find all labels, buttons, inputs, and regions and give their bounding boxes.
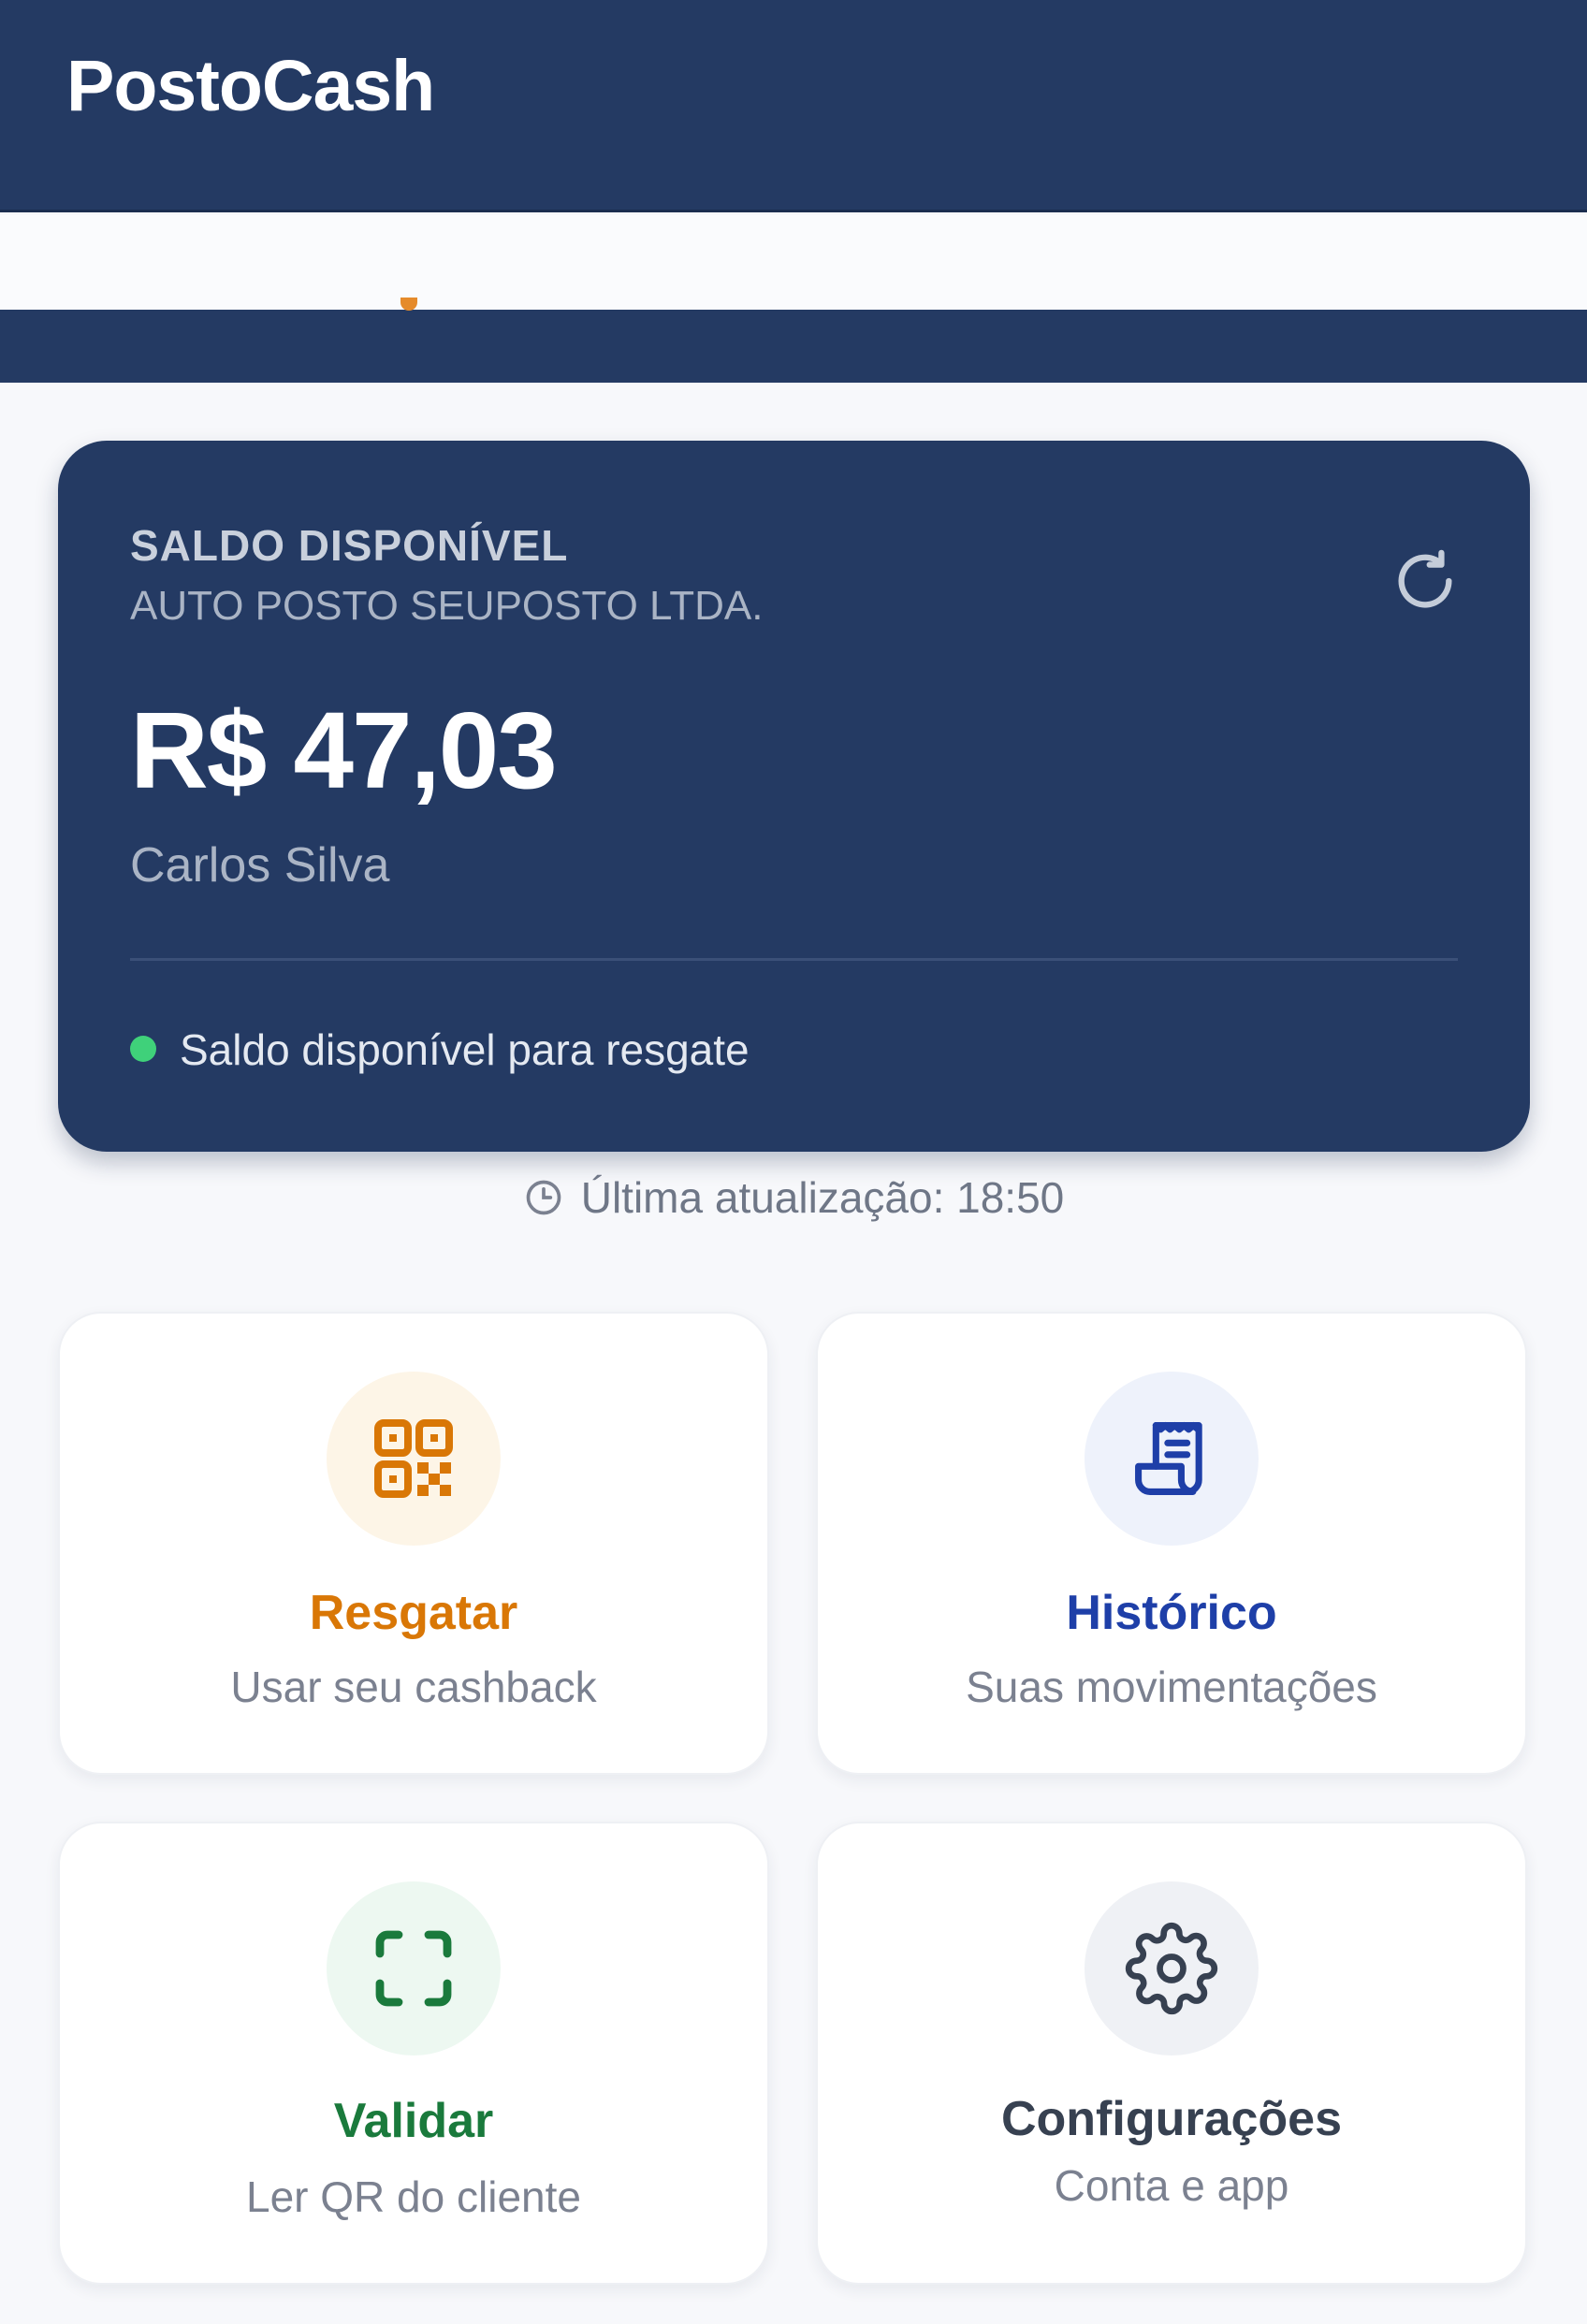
qr-code-icon (374, 1419, 453, 1498)
settings-title: Configurações (1000, 2092, 1343, 2146)
settings-subtitle: Conta e app (1054, 2161, 1289, 2210)
clock-icon (526, 1180, 561, 1215)
redeem-icon-circle (327, 1372, 501, 1546)
validate-tile[interactable]: Validar Ler QR do cliente (58, 1822, 769, 2285)
last-update-text: Última atualização: 18:50 (580, 1173, 1065, 1222)
refresh-icon (1398, 549, 1452, 608)
balance-card: SALDO DISPONÍVEL AUTO POSTO SEUPOSTO LTD… (58, 441, 1530, 1152)
history-icon-circle (1085, 1372, 1259, 1546)
validate-subtitle: Ler QR do cliente (246, 2172, 581, 2221)
company-name: AUTO POSTO SEUPOSTO LTDA. (130, 583, 764, 629)
status-dot (130, 1036, 156, 1062)
redeem-subtitle: Usar seu cashback (230, 1663, 597, 1711)
validate-icon-circle (327, 1881, 501, 2055)
gear-icon (1125, 1922, 1218, 2015)
receipt-icon (1135, 1422, 1202, 1495)
settings-tile[interactable]: Configurações Conta e app (816, 1822, 1527, 2285)
last-update: Última atualização: 18:50 (0, 1165, 1587, 1230)
app-title: PostoCash (66, 46, 435, 126)
history-subtitle: Suas movimentações (966, 1663, 1377, 1711)
balance-amount: R$ 47,03 (130, 690, 558, 811)
redeem-tile[interactable]: Resgatar Usar seu cashback (58, 1312, 769, 1775)
scan-icon (375, 1930, 452, 2007)
top-strip (0, 215, 1587, 310)
refresh-button[interactable] (1378, 534, 1472, 628)
redeem-title: Resgatar (309, 1586, 518, 1640)
app-bar: PostoCash (0, 0, 1587, 212)
validate-title: Validar (333, 2094, 494, 2148)
history-title: Histórico (1066, 1586, 1277, 1640)
balance-label: SALDO DISPONÍVEL (130, 521, 569, 570)
status-text: Saldo disponível para resgate (180, 1025, 750, 1074)
card-divider (130, 958, 1458, 961)
header-band (0, 310, 1587, 383)
settings-icon-circle (1085, 1881, 1259, 2055)
history-tile[interactable]: Histórico Suas movimentações (816, 1312, 1527, 1775)
customer-name: Carlos Silva (130, 838, 390, 893)
